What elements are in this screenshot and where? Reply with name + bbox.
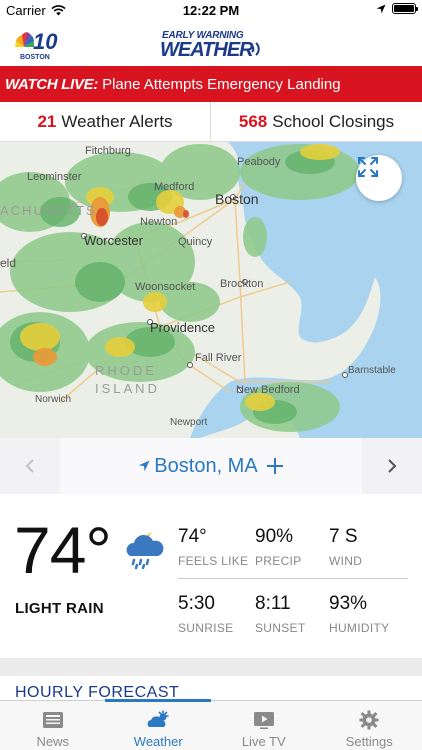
play-icon: [253, 712, 274, 729]
tab-label: Live TV: [241, 734, 286, 749]
svg-text:Providence: Providence: [150, 320, 215, 335]
weather-alerts-count: 21: [37, 111, 57, 131]
tab-label: Weather: [133, 734, 183, 749]
signal-waves-icon: [251, 42, 260, 56]
svg-text:10: 10: [33, 29, 58, 54]
svg-text:Medford: Medford: [154, 181, 194, 193]
add-location-icon[interactable]: [266, 457, 284, 475]
active-tab-indicator: [105, 699, 211, 702]
tab-label: News: [36, 734, 69, 749]
stats-divider: [178, 578, 408, 579]
early-warning-weather-logo: EARLY WARNING WEATHER: [160, 29, 264, 61]
tab-weather[interactable]: Weather: [106, 701, 212, 750]
svg-text:Barnstable: Barnstable: [348, 365, 396, 376]
current-location[interactable]: Boston, MA: [60, 438, 362, 494]
hourly-forecast-title: HOURLY FORECAST: [15, 684, 180, 700]
svg-text:Brockton: Brockton: [220, 278, 263, 290]
svg-text:Worcester: Worcester: [84, 233, 144, 248]
stat-precip: 90% PRECIP: [255, 526, 302, 568]
app-header: 10 BOSTON EARLY WARNING WEATHER: [0, 22, 422, 66]
svg-text:Boston: Boston: [215, 191, 259, 207]
hourly-forecast-section: HOURLY FORECAST: [0, 676, 422, 700]
current-conditions[interactable]: 74° LIGHT RAIN 74° FEELS LIKE 90% PRECIP…: [0, 494, 422, 658]
stat-feels-like: 74° FEELS LIKE: [178, 526, 249, 568]
expand-icon: [358, 157, 378, 177]
location-arrow-icon: [376, 4, 386, 13]
news-icon: [42, 712, 63, 728]
chevron-left-icon: [25, 459, 34, 473]
svg-text:Fitchburg: Fitchburg: [85, 145, 131, 157]
condition-text: LIGHT RAIN: [15, 600, 104, 617]
tab-news[interactable]: News: [0, 701, 106, 750]
school-closings-button[interactable]: 568 School Closings: [211, 102, 422, 141]
weather-alerts-label: Weather Alerts: [61, 111, 173, 131]
svg-text:Fall River: Fall River: [195, 352, 242, 364]
weather-alerts-button[interactable]: 21 Weather Alerts: [0, 102, 211, 141]
svg-text:ISLAND: ISLAND: [95, 381, 160, 396]
watch-live-banner[interactable]: WATCH LIVE: Plane Attempts Emergency Lan…: [0, 66, 422, 102]
svg-text:Peabody: Peabody: [237, 156, 281, 168]
brand-main-text: WEATHER: [160, 39, 254, 61]
gear-icon: [359, 710, 379, 730]
tab-settings[interactable]: Settings: [317, 701, 422, 750]
next-location-button[interactable]: [362, 438, 422, 494]
svg-text:Norwich: Norwich: [35, 394, 71, 405]
radar-map[interactable]: Fitchburg Peabody Leominster Medford Bos…: [0, 142, 422, 438]
stat-sunrise: 5:30 SUNRISE: [178, 593, 234, 635]
tab-label: Settings: [345, 734, 393, 749]
svg-text:BOSTON: BOSTON: [20, 54, 50, 61]
status-time: 12:22 PM: [182, 3, 240, 18]
svg-text:Quincy: Quincy: [178, 236, 213, 248]
tab-live-tv[interactable]: Live TV: [211, 701, 317, 750]
location-arrow-icon: [138, 460, 150, 472]
svg-text:Leominster: Leominster: [27, 171, 82, 183]
svg-text:ACHUSETTS: ACHUSETTS: [0, 203, 97, 218]
stat-wind: 7 S WIND: [329, 526, 363, 568]
svg-text:Newton: Newton: [140, 216, 177, 228]
svg-text:Newport: Newport: [170, 417, 207, 428]
chevron-right-icon: [388, 459, 397, 473]
status-bar: Carrier 12:22 PM: [0, 0, 422, 22]
section-divider: [0, 658, 422, 676]
previous-location-button[interactable]: [0, 438, 60, 494]
current-temperature: 74°: [14, 513, 112, 587]
alerts-row: 21 Weather Alerts 568 School Closings: [0, 102, 422, 142]
partly-cloudy-rain-icon: [126, 532, 164, 570]
stat-humidity: 93% HUMIDITY: [329, 593, 390, 635]
location-selector: Boston, MA: [0, 438, 422, 494]
weather-icon: [147, 710, 170, 727]
banner-headline: Plane Attempts Emergency Landing: [102, 75, 341, 93]
tab-bar: News Weather Live TV Settings: [0, 700, 422, 750]
status-right: [376, 3, 418, 14]
watch-live-tag: WATCH LIVE:: [5, 75, 99, 93]
stat-sunset: 8:11 SUNSET: [255, 593, 306, 635]
expand-map-button[interactable]: [356, 155, 402, 201]
svg-text:New Bedford: New Bedford: [236, 384, 300, 396]
svg-text:eld: eld: [0, 256, 16, 270]
location-name: Boston, MA: [154, 454, 258, 477]
svg-text:Woonsocket: Woonsocket: [135, 281, 195, 293]
nbc-boston-logo: 10 BOSTON: [15, 29, 58, 61]
battery-icon: [392, 3, 418, 14]
svg-text:RHODE: RHODE: [95, 363, 157, 378]
school-closings-count: 568: [238, 111, 268, 131]
school-closings-label: School Closings: [272, 111, 395, 131]
